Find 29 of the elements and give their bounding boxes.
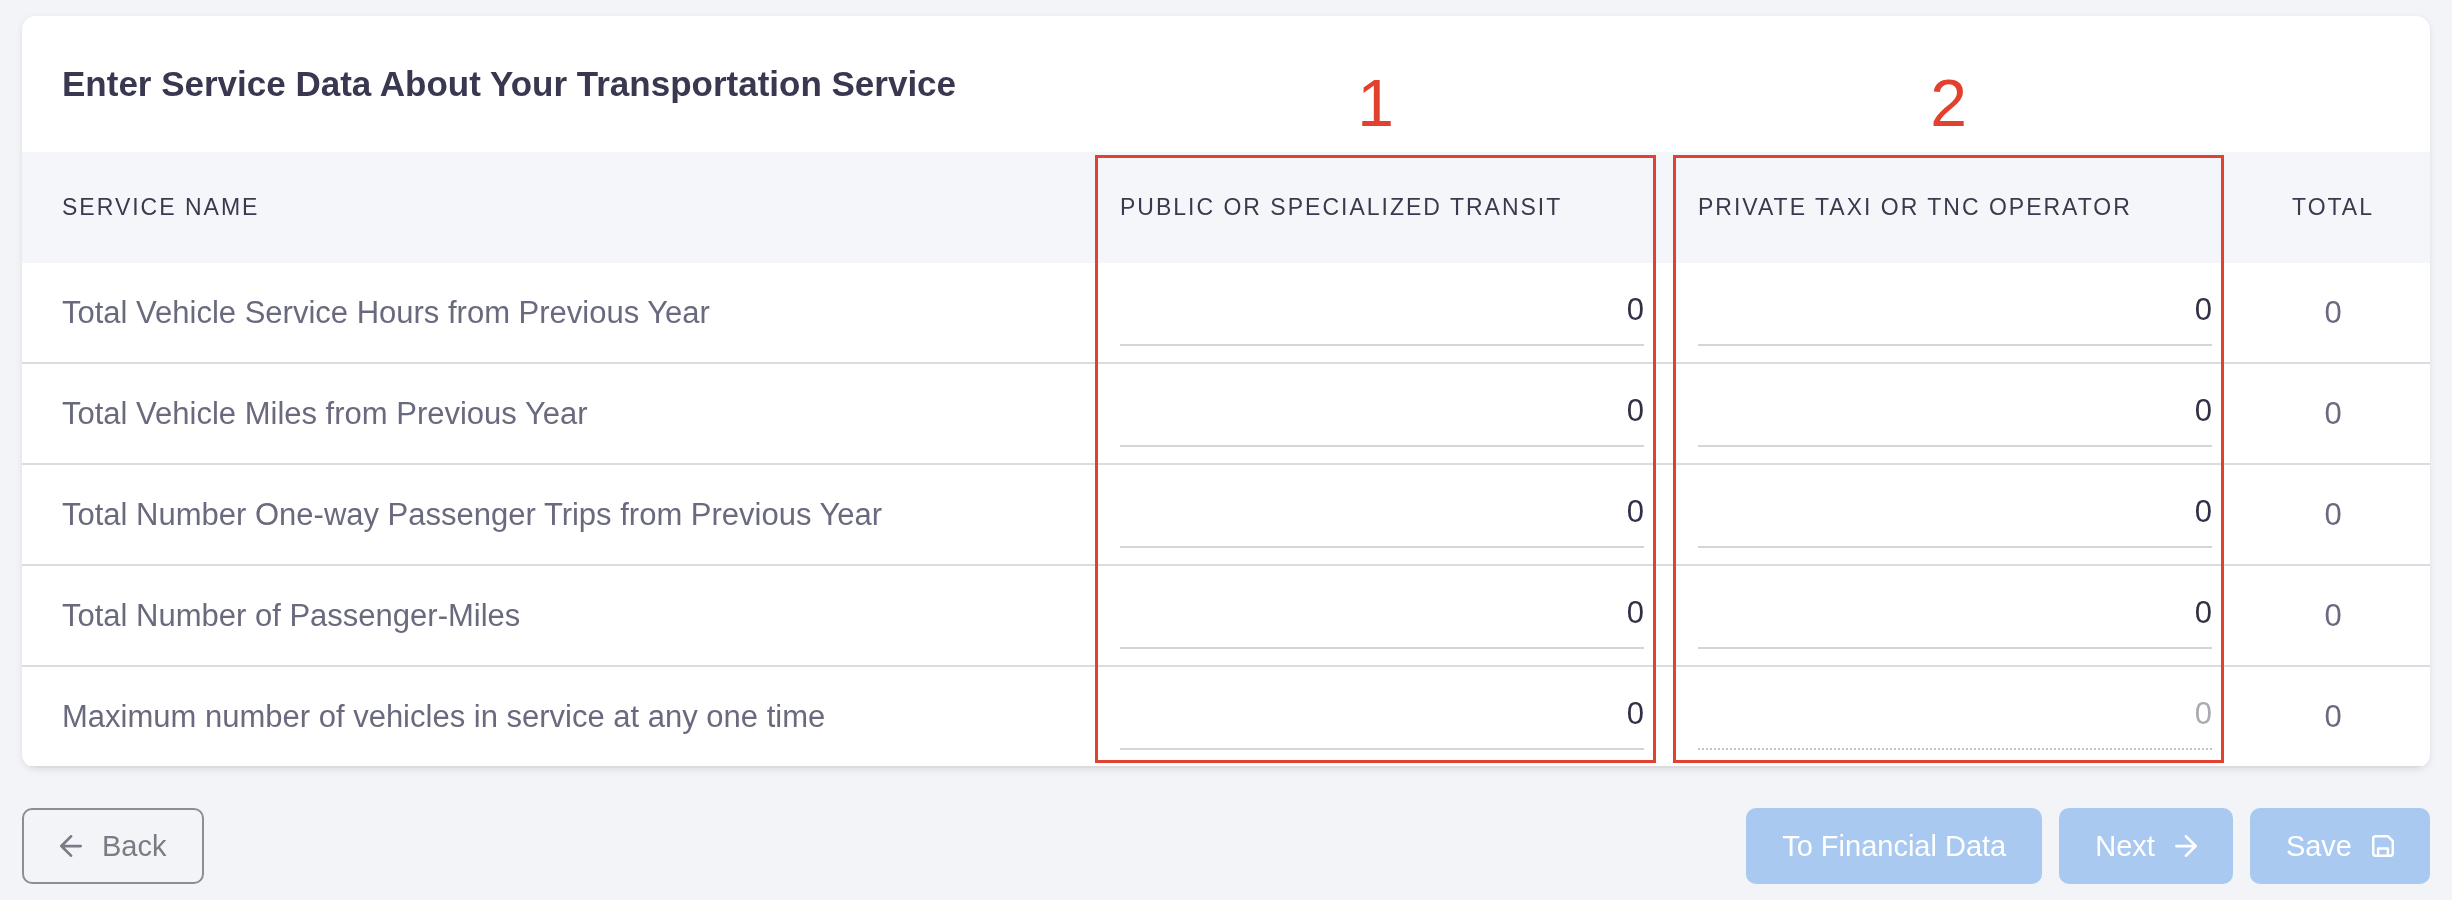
total-value: 0 <box>2324 698 2342 735</box>
arrow-left-icon <box>60 835 82 857</box>
row-label: Total Number One-way Passenger Trips from Previous Year <box>62 496 883 533</box>
total-value: 0 <box>2324 395 2342 432</box>
annotation-number: 1 <box>1357 66 1394 140</box>
total-value: 0 <box>2324 597 2342 634</box>
number-field[interactable]: 0 <box>1120 279 1644 346</box>
number-field[interactable]: 0 <box>1120 683 1644 750</box>
total-value: 0 <box>2324 496 2342 533</box>
annotation-number: 2 <box>1930 66 1967 140</box>
column-header: PRIVATE TAXI OR TNC OPERATOR <box>1698 194 2132 220</box>
card-title: Enter Service Data About Your Transportation Service <box>62 63 957 105</box>
number-field[interactable]: 0 <box>1698 582 2212 649</box>
arrow-right-icon <box>2174 835 2197 857</box>
number-field[interactable]: 0 <box>1698 279 2212 346</box>
row-label: Total Number of Passenger-Miles <box>62 597 521 634</box>
column-header: SERVICE NAME <box>62 194 260 220</box>
number-field[interactable]: 0 <box>1698 481 2212 548</box>
total-value: 0 <box>2324 294 2342 331</box>
number-field[interactable]: 0 <box>1120 380 1644 447</box>
number-field[interactable]: 0 <box>1120 582 1644 649</box>
back-button[interactable]: Back <box>22 808 205 884</box>
column-header: TOTAL <box>2292 194 2374 220</box>
column-header: PUBLIC OR SPECIALIZED TRANSIT <box>1120 194 1563 220</box>
row-label: Total Vehicle Service Hours from Previous Year <box>62 294 710 331</box>
number-field[interactable]: 0 <box>1120 481 1644 548</box>
number-field[interactable]: 0 <box>1698 380 2212 447</box>
row-label: Total Vehicle Miles from Previous Year <box>62 395 588 432</box>
row-label: Maximum number of vehicles in service at any one time <box>62 698 826 735</box>
